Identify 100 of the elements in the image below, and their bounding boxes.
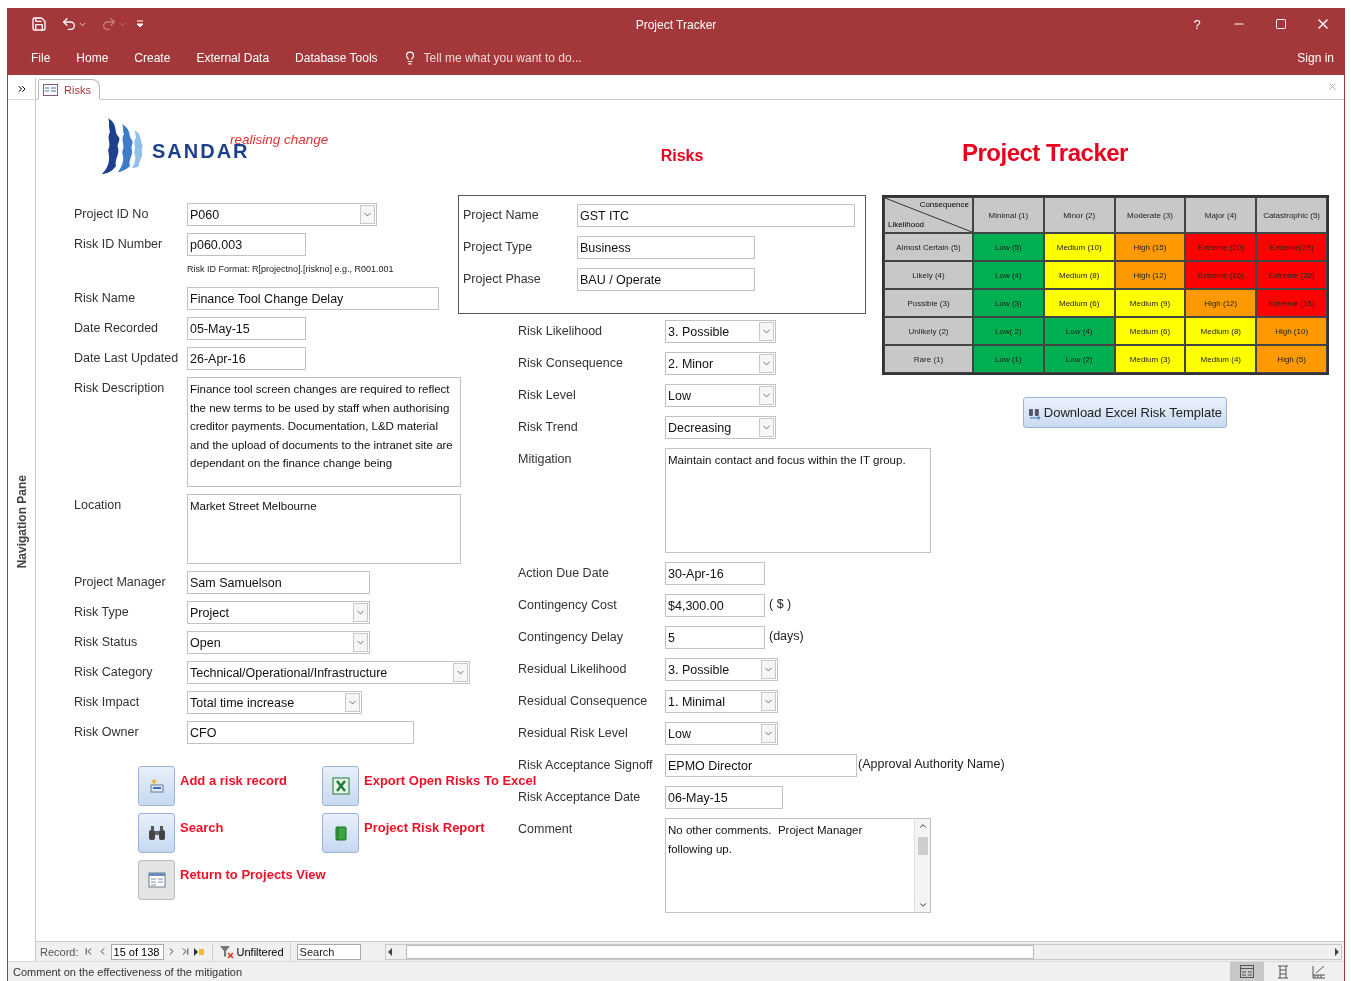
action-button[interactable] [322, 766, 359, 806]
field-label: Risk Description [74, 380, 166, 395]
new-record-button[interactable] [193, 946, 206, 957]
window-title: Project Tracker [635, 18, 717, 32]
ribbon-tab[interactable]: File [18, 50, 64, 65]
field-label: Contingency Cost [518, 597, 618, 612]
field-label: Comment [518, 821, 574, 836]
text-field[interactable]: $4,300.00 [665, 594, 765, 617]
maximize-icon [1275, 18, 1287, 30]
field-label: Risk Owner [74, 724, 140, 739]
combo-box[interactable]: 3. Possible [665, 320, 776, 343]
text-field[interactable]: 06-May-15 [665, 786, 783, 809]
action-link[interactable]: Project Risk Report [364, 813, 485, 835]
matrix-cell: Medium (3) [1114, 345, 1186, 373]
text-field[interactable]: p060.003 [187, 233, 306, 256]
matrix-cell: High (15) [1114, 233, 1186, 261]
text-field[interactable]: 30-Apr-16 [665, 562, 765, 585]
combo-box[interactable]: Technical/Operational/Infrastructure [187, 661, 470, 684]
text-field[interactable]: BAU / Operate [577, 268, 755, 291]
combo-box[interactable]: Low [665, 384, 776, 407]
matrix-cell: Low (4) [973, 261, 1044, 289]
customize-icon[interactable] [136, 20, 144, 28]
action-button[interactable] [322, 813, 359, 853]
combo-box[interactable]: 1. Minimal [665, 690, 778, 713]
field-label: Risk Category [74, 664, 154, 679]
combo-box[interactable]: Decreasing [665, 416, 776, 439]
horizontal-scrollbar[interactable] [384, 943, 1342, 960]
text-field[interactable]: 26-Apr-16 [187, 347, 306, 370]
unit-label: (days) [769, 628, 804, 643]
combo-box[interactable]: P060 [187, 203, 377, 226]
text-field[interactable]: EPMO Director [665, 754, 857, 777]
combo-box[interactable]: 3. Possible [665, 658, 778, 681]
combo-box[interactable]: Project [187, 601, 370, 624]
navigation-pane-label[interactable]: Navigation Pane [14, 475, 29, 569]
form-icon [147, 872, 166, 888]
ribbon-tab[interactable]: External Data [183, 50, 283, 65]
matrix-cell: Medium (6) [1114, 317, 1186, 345]
form-heading: Risks [660, 147, 704, 166]
combo-box[interactable]: 2. Minor [665, 352, 776, 375]
matrix-cell: Extreme (20) [1185, 233, 1257, 261]
tell-me-field[interactable]: Tell me what you want to do... [421, 49, 622, 66]
field-label: Project Manager [74, 574, 167, 589]
scroll-right-icon[interactable] [1333, 947, 1341, 956]
row-header: Almost Certain (5) [884, 233, 973, 261]
format-hint: Risk ID Format: R[projectno].[riskno] e.g., R001.001 [187, 264, 394, 274]
combo-box[interactable]: Open [187, 631, 370, 654]
row-header: Possible (3) [884, 289, 973, 317]
matrix-cell: High (10) [1256, 317, 1327, 345]
matrix-cell: Low (3) [973, 289, 1044, 317]
combo-box[interactable]: Low [665, 722, 778, 745]
record-position-field[interactable]: 15 of 138 [110, 943, 164, 960]
unit-label: ( $ ) [769, 596, 792, 611]
sign-in-link[interactable]: Sign in [1291, 49, 1344, 66]
text-area[interactable]: Market Street Melbourne [187, 494, 461, 564]
axis-label: Likelihood [888, 220, 925, 229]
action-link[interactable]: Return to Projects View [180, 860, 326, 882]
save-icon [31, 16, 47, 32]
ribbon-tab[interactable]: Home [63, 50, 122, 65]
vertical-scrollbar[interactable] [914, 819, 930, 912]
text-field[interactable]: 5 [665, 626, 765, 649]
scroll-down-icon[interactable] [917, 900, 928, 910]
close-tab-button[interactable] [1327, 81, 1338, 92]
matrix-cell: Medium (6) [1043, 289, 1115, 317]
text-field[interactable]: GST ITC [577, 204, 855, 227]
matrix-cell: Medium (8) [1185, 317, 1257, 345]
scroll-up-icon[interactable] [917, 821, 928, 831]
download-button[interactable]: Download Excel Risk Template [1023, 397, 1227, 428]
search-field[interactable]: Search [296, 943, 361, 960]
document-tab[interactable]: Risks [38, 79, 100, 100]
matrix-cell: Extreme (15) [1256, 289, 1327, 317]
text-area[interactable]: No other comments. Project Manager following up. [665, 818, 931, 913]
field-label: Action Due Date [518, 565, 611, 580]
matrix-cell: Medium (9) [1114, 289, 1186, 317]
help-button[interactable]: ? [1176, 15, 1218, 33]
action-link[interactable]: Search [180, 813, 224, 835]
notebook-icon [334, 825, 347, 841]
ribbon-tab[interactable]: Database Tools [282, 50, 391, 65]
text-field[interactable]: Sam Samuelson [187, 571, 370, 594]
view-button[interactable] [1230, 962, 1264, 981]
matrix-cell: Medium (10) [1043, 233, 1115, 261]
field-label: Risk ID Number [74, 236, 164, 251]
text-field[interactable]: Finance Tool Change Delay [187, 287, 439, 310]
binoculars-icon [147, 825, 166, 841]
text-field[interactable]: CFO [187, 721, 414, 744]
unit-label: (Approval Authority Name) [858, 756, 1005, 771]
action-button[interactable] [138, 813, 175, 853]
ribbon-tab[interactable]: Create [121, 50, 184, 65]
filter-button[interactable]: Unfiltered [211, 942, 291, 961]
matrix-cell: Medium (4) [1185, 345, 1257, 373]
row-header: Unlikely (2) [884, 317, 973, 345]
text-area[interactable]: Maintain contact and focus within the IT group. [665, 448, 931, 553]
record-label: Record: [40, 945, 79, 958]
text-area[interactable]: Finance tool screen changes are required to reflect the new terms to be used by staff when authorising creditor payments. Documentation, L&D material and the upload of documents to the intranet site are dependant on the finance change being [187, 377, 461, 487]
text-field[interactable]: 05-May-15 [187, 317, 306, 340]
text-field[interactable]: Business [577, 236, 755, 259]
scroll-thumb[interactable] [917, 836, 928, 855]
action-link[interactable]: Add a risk record [180, 766, 287, 788]
combo-box[interactable]: Total time increase [187, 691, 362, 714]
field-label: Risk Trend [518, 419, 579, 434]
matrix-cell: High (5) [1256, 345, 1327, 373]
